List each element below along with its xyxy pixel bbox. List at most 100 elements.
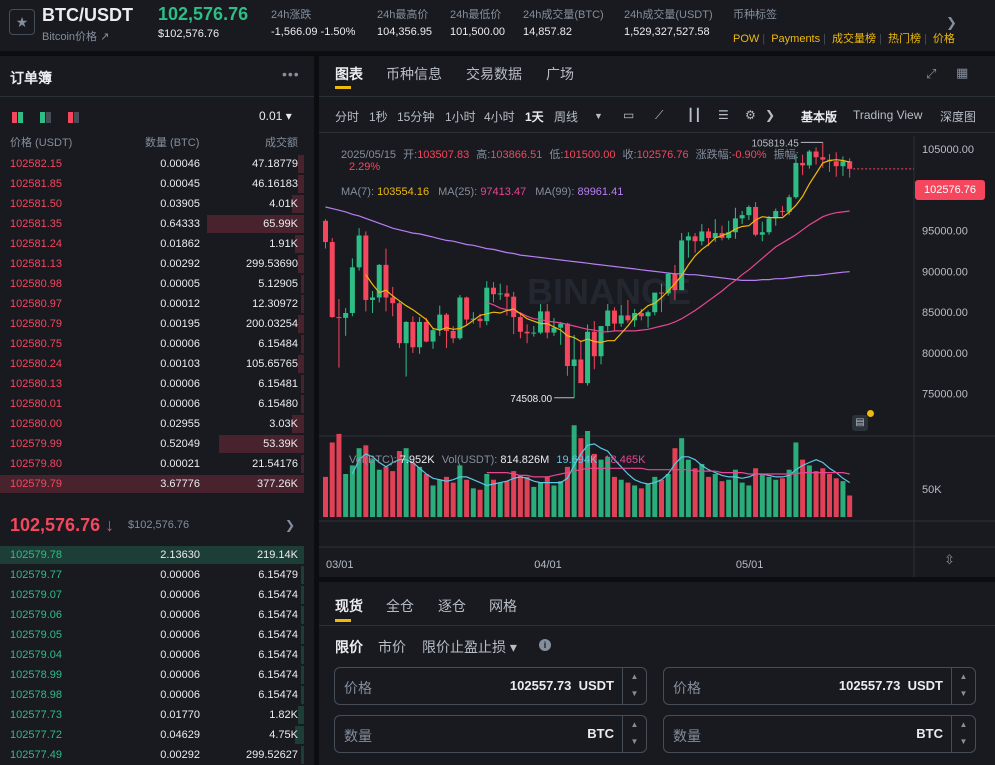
- order-type-market[interactable]: 市价: [378, 637, 406, 657]
- ask-row[interactable]: 102580.75 0.00006 6.15484: [0, 334, 314, 354]
- layout-grid-icon[interactable]: ▦: [956, 65, 968, 81]
- timeframe-4h[interactable]: 4小时: [484, 108, 515, 125]
- candles-icon[interactable]: ┃┃: [687, 108, 701, 122]
- ask-row[interactable]: 102580.79 0.00195 200.03254: [0, 314, 314, 334]
- ask-row[interactable]: 102581.24 0.01862 1.91K: [0, 234, 314, 254]
- settings-icon[interactable]: ⚙: [745, 108, 756, 122]
- volume-bar: [739, 482, 745, 517]
- bid-row[interactable]: 102578.99 0.00006 6.15474: [0, 665, 314, 685]
- view-tradingview[interactable]: Trading View: [853, 108, 922, 122]
- bid-row[interactable]: 102577.49 0.00292 299.52627: [0, 745, 314, 765]
- tab-grid[interactable]: 网格: [489, 596, 517, 616]
- volume-bar: [625, 482, 631, 517]
- order-type-limit[interactable]: 限价: [335, 637, 363, 657]
- tab-chart[interactable]: 图表: [335, 64, 363, 84]
- tag-price[interactable]: 价格: [933, 33, 955, 45]
- total-cell: 299.53690: [246, 258, 298, 270]
- info-icon[interactable]: i: [539, 639, 551, 651]
- timeframe-time[interactable]: 分时: [335, 108, 359, 125]
- ask-row[interactable]: 102580.97 0.00012 12.30972: [0, 294, 314, 314]
- qty-stepper[interactable]: ▲ ▼: [622, 716, 646, 752]
- orderbook-bids-view-icon[interactable]: [40, 112, 52, 123]
- timeframe-15m[interactable]: 15分钟: [397, 108, 434, 125]
- bid-row[interactable]: 102579.07 0.00006 6.15474: [0, 585, 314, 605]
- bid-row[interactable]: 102578.98 0.00006 6.15474: [0, 685, 314, 705]
- ask-row[interactable]: 102582.15 0.00046 47.18779: [0, 154, 314, 174]
- stat-24h-low: 24h最低价 101,500.00: [450, 9, 506, 38]
- alert-icon[interactable]: ▤: [852, 415, 868, 431]
- more-options-icon[interactable]: •••: [282, 66, 300, 82]
- orderbook-both-view-icon[interactable]: [12, 112, 24, 123]
- tab-cross[interactable]: 全仓: [386, 596, 414, 616]
- bid-row[interactable]: 102577.72 0.04629 4.75K: [0, 725, 314, 745]
- tab-trading-data[interactable]: 交易数据: [466, 64, 522, 84]
- bid-row[interactable]: 102579.05 0.00006 6.15474: [0, 625, 314, 645]
- candle: [524, 331, 530, 334]
- orderbook-asks-view-icon[interactable]: [68, 112, 80, 123]
- buy-price-field[interactable]: 价格 102557.73 USDT ▲ ▼: [334, 667, 647, 705]
- tab-isolated[interactable]: 逐仓: [438, 596, 466, 616]
- timeframe-1d[interactable]: 1天: [525, 108, 544, 125]
- ohlc-legend: 2025/05/15 开:103507.83 高:103866.51 低:101…: [341, 149, 799, 161]
- tab-square[interactable]: 广场: [546, 64, 574, 84]
- indicators-icon[interactable]: ☰: [718, 108, 729, 122]
- timeframe-1h[interactable]: 1小时: [445, 108, 476, 125]
- price-cell: 102579.05: [10, 629, 62, 641]
- ask-row[interactable]: 102581.50 0.03905 4.01K: [0, 194, 314, 214]
- axis-fit-icon[interactable]: ⇳: [944, 552, 955, 568]
- sell-price-field[interactable]: 价格 102557.73 USDT ▲ ▼: [663, 667, 976, 705]
- favorite-star-icon[interactable]: ★: [9, 9, 35, 35]
- ask-row[interactable]: 102580.01 0.00006 6.15480: [0, 394, 314, 414]
- chevron-right-icon[interactable]: ❯: [285, 518, 295, 532]
- ask-row[interactable]: 102580.24 0.00103 105.65765: [0, 354, 314, 374]
- tab-coin-info[interactable]: 币种信息: [386, 64, 442, 84]
- price-stepper[interactable]: ▲ ▼: [951, 668, 975, 704]
- candlestick-chart[interactable]: BINANCE 105000.00100000.0095000.0090000.…: [319, 136, 995, 577]
- bid-row[interactable]: 102577.73 0.01770 1.82K: [0, 705, 314, 725]
- ask-row[interactable]: 102579.79 3.67776 377.26K: [0, 474, 314, 494]
- ask-row[interactable]: 102580.13 0.00006 6.15481: [0, 374, 314, 394]
- pair-name[interactable]: BTC/USDT: [42, 5, 133, 26]
- ask-row[interactable]: 102581.35 0.64333 65.99K: [0, 214, 314, 234]
- price-stepper[interactable]: ▲ ▼: [622, 668, 646, 704]
- bid-row[interactable]: 102579.04 0.00006 6.15474: [0, 645, 314, 665]
- timeframe-weekly[interactable]: 周线: [554, 108, 578, 125]
- fullscreen-icon[interactable]: ⤢: [926, 66, 936, 82]
- volume-bar: [786, 469, 792, 517]
- ask-row[interactable]: 102580.00 0.02955 3.03K: [0, 414, 314, 434]
- tag-payments[interactable]: Payments: [771, 33, 820, 45]
- timeframe-dropdown-icon[interactable]: ▼: [594, 111, 603, 121]
- tick-size-select[interactable]: 0.01 ▾: [259, 109, 292, 123]
- more-tools-chevron-icon[interactable]: ❯: [765, 108, 775, 122]
- draw-line-icon[interactable]: ⟋: [655, 108, 663, 123]
- view-basic[interactable]: 基本版: [801, 108, 837, 125]
- sell-qty-field[interactable]: 数量 BTC ▲ ▼: [663, 715, 976, 753]
- pair-subtitle-link[interactable]: Bitcoin价格 ↗: [42, 28, 109, 44]
- qty-cell: 0.00195: [160, 318, 200, 330]
- volume-bar: [323, 476, 328, 517]
- mid-price-row[interactable]: 102,576.76 ↓ $102,576.76 ❯: [0, 504, 314, 546]
- x-tick-label: 04/01: [534, 559, 562, 571]
- buy-qty-field[interactable]: 数量 BTC ▲ ▼: [334, 715, 647, 753]
- ask-row[interactable]: 102581.13 0.00292 299.53690: [0, 254, 314, 274]
- qty-stepper[interactable]: ▲ ▼: [951, 716, 975, 752]
- total-cell: 377.26K: [257, 478, 298, 490]
- tab-spot[interactable]: 现货: [335, 596, 363, 616]
- ask-row[interactable]: 102581.85 0.00045 46.16183: [0, 174, 314, 194]
- chevron-right-icon[interactable]: ❯: [946, 15, 957, 31]
- candle: [390, 297, 396, 304]
- tag-pow[interactable]: POW: [733, 33, 759, 45]
- timeframe-1s[interactable]: 1秒: [369, 108, 388, 125]
- bid-row[interactable]: 102579.06 0.00006 6.15474: [0, 605, 314, 625]
- order-type-stop-limit[interactable]: 限价止盈止损 ▾: [422, 637, 517, 657]
- view-depth[interactable]: 深度图: [940, 108, 976, 125]
- ask-row[interactable]: 102579.80 0.00021 21.54176: [0, 454, 314, 474]
- tag-hot-rank[interactable]: 热门榜: [888, 33, 921, 45]
- bid-row[interactable]: 102579.78 2.13630 219.14K: [0, 545, 314, 565]
- tag-volume-rank[interactable]: 成交量榜: [832, 33, 876, 45]
- chart-type-icon[interactable]: ▭: [623, 108, 634, 122]
- bid-row[interactable]: 102579.77 0.00006 6.15479: [0, 565, 314, 585]
- ask-row[interactable]: 102579.99 0.52049 53.39K: [0, 434, 314, 454]
- ask-row[interactable]: 102580.98 0.00005 5.12905: [0, 274, 314, 294]
- qty-cell: 0.00021: [160, 458, 200, 470]
